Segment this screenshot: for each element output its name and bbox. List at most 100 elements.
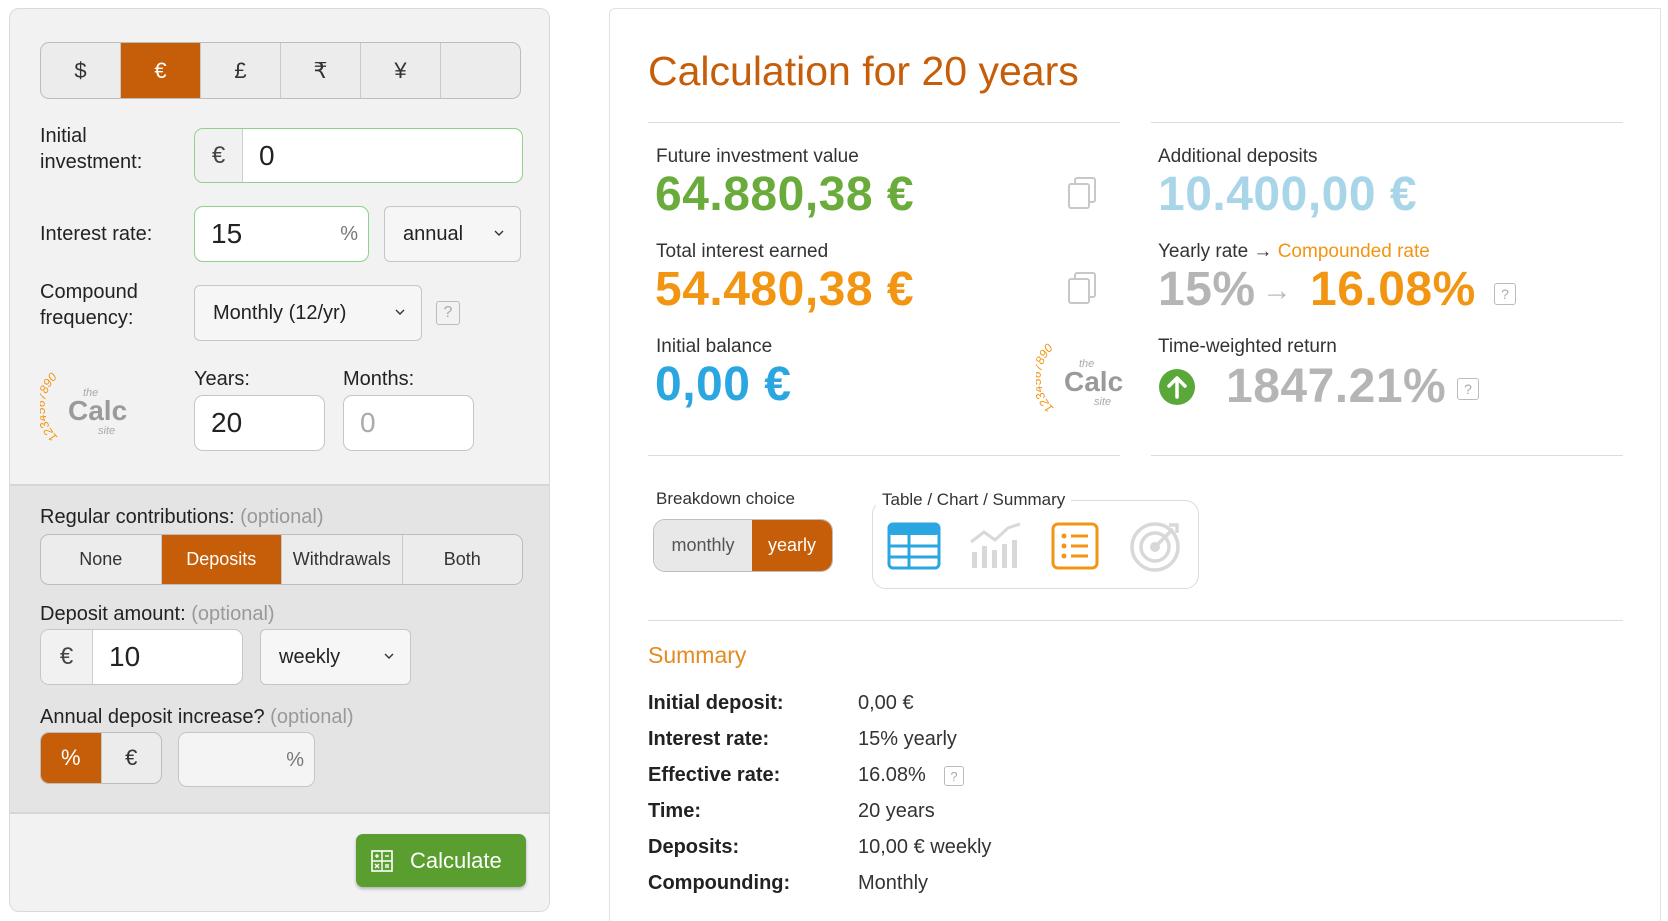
breakdown-label: Breakdown choice: [656, 489, 795, 508]
divider: [648, 122, 1120, 123]
breakdown-toggle: monthly yearly: [653, 519, 833, 572]
chevron-down-icon: [494, 230, 504, 236]
deposit-amount-input[interactable]: 10: [109, 630, 140, 684]
regular-contributions-text: Regular contributions:: [40, 506, 235, 528]
divider: [648, 620, 1623, 621]
copy-icon[interactable]: [1066, 271, 1098, 305]
annual-increase-label: Annual deposit increase? (optional): [40, 704, 354, 730]
future-value-amount: 64.880,38 €: [655, 168, 915, 221]
summary-row-label: Initial deposit:: [648, 692, 784, 714]
help-icon[interactable]: ?: [944, 766, 964, 786]
divider: [1151, 455, 1623, 456]
summary-row-value: 20 years: [858, 800, 935, 822]
interest-earned-label: Total interest earned: [656, 241, 829, 262]
rate-arrow: →: [1262, 274, 1292, 307]
help-icon[interactable]: ?: [1457, 378, 1479, 400]
contribution-deposits[interactable]: Deposits: [161, 535, 282, 584]
months-placeholder: 0: [360, 407, 376, 438]
compound-frequency-select[interactable]: Monthly (12/yr): [194, 285, 422, 341]
percent-suffix: %: [286, 749, 304, 771]
calculator-icon: [371, 849, 393, 872]
optional-hint: (optional): [270, 706, 354, 728]
logo-calc: Calc: [68, 395, 128, 426]
additional-deposits-label: Additional deposits: [1158, 146, 1318, 167]
summary-row-value: Monthly: [858, 872, 929, 894]
currency-pound[interactable]: £: [201, 43, 281, 98]
months-label: Months:: [343, 368, 415, 390]
annual-increase-input[interactable]: %: [178, 732, 315, 787]
logo-site: site: [1094, 396, 1112, 408]
chart-view-icon[interactable]: [968, 522, 1024, 570]
currency-dollar[interactable]: $: [41, 43, 121, 98]
contribution-both[interactable]: Both: [403, 535, 523, 584]
regular-contributions-label: Regular contributions: (optional): [40, 504, 324, 530]
months-input[interactable]: 0: [343, 395, 474, 451]
logo-site: site: [98, 425, 116, 437]
rate-label: Yearly rate → Compounded rate: [1158, 241, 1430, 263]
chevron-down-icon: [384, 653, 394, 659]
interest-rate-value: 15: [211, 218, 243, 249]
years-input[interactable]: 20: [194, 395, 325, 451]
interest-rate-label: Interest rate:: [40, 223, 153, 245]
summary-row-label: Deposits:: [648, 836, 740, 858]
target-view-icon[interactable]: [1129, 519, 1183, 573]
years-label: Years:: [194, 368, 250, 390]
interest-earned-amount: 54.480,38 €: [655, 263, 915, 316]
summary-view-icon[interactable]: [1051, 522, 1099, 570]
breakdown-monthly[interactable]: monthly: [654, 520, 752, 571]
contribution-none[interactable]: None: [41, 535, 162, 584]
help-icon[interactable]: ?: [1494, 283, 1516, 305]
summary-row-label: Interest rate:: [648, 728, 770, 750]
summary-row-label: Time:: [648, 800, 701, 822]
yearly-rate-value: 15%: [1158, 263, 1256, 316]
compounded-rate-value: 16.08%: [1310, 263, 1476, 316]
summary-title: Summary: [648, 642, 747, 668]
calculate-button[interactable]: Calculate: [356, 834, 526, 887]
currency-yen[interactable]: ¥: [361, 43, 441, 98]
initial-investment-input[interactable]: 0: [259, 129, 275, 182]
table-view-icon[interactable]: [887, 522, 941, 570]
contribution-withdrawals[interactable]: Withdrawals: [282, 535, 403, 584]
svg-text:1234567890: 1234567890: [40, 370, 60, 445]
currency-rupee[interactable]: ₹: [281, 43, 361, 98]
initial-investment-label: Initial investment:: [40, 125, 143, 173]
deposit-amount-group: € 10: [40, 629, 243, 685]
initial-investment-group: € 0: [194, 128, 523, 183]
summary-row-label: Compounding:: [648, 872, 791, 894]
currency-custom[interactable]: [441, 43, 520, 98]
additional-deposits-amount: 10.400,00 €: [1158, 168, 1418, 221]
summary-row-value: 15% yearly: [858, 728, 957, 750]
annual-increase-text: Annual deposit increase?: [40, 706, 265, 728]
help-icon[interactable]: ?: [436, 301, 460, 325]
breakdown-yearly[interactable]: yearly: [752, 520, 832, 571]
future-value-label: Future investment value: [656, 146, 859, 167]
rate-period-value: annual: [403, 222, 464, 245]
increase-type-selector: % €: [40, 732, 162, 784]
currency-selector: $ € £ ₹ ¥: [40, 42, 521, 99]
contribution-type-selector: None Deposits Withdrawals Both: [40, 534, 523, 585]
rate-period-select[interactable]: annual: [384, 206, 521, 262]
deposit-amount-label: Deposit amount: (optional): [40, 601, 275, 627]
currency-euro[interactable]: €: [121, 43, 201, 98]
copy-icon[interactable]: [1066, 176, 1098, 210]
calculate-button-label: Calculate: [410, 847, 502, 873]
calc-site-logo: 1234567890 the Calc site: [1030, 336, 1126, 418]
twr-label: Time-weighted return: [1158, 336, 1337, 357]
initial-currency-prefix: €: [195, 129, 243, 182]
compounded-rate-label: Compounded rate: [1277, 241, 1430, 262]
increase-percent[interactable]: %: [41, 733, 102, 783]
calculator-form-panel: $ € £ ₹ ¥ Initial investment: € 0 Intere…: [9, 8, 550, 912]
deposit-period-select[interactable]: weekly: [260, 629, 411, 685]
deposit-period-value: weekly: [279, 645, 341, 668]
compound-frequency-value: Monthly (12/yr): [213, 301, 347, 324]
summary-row-value: 16.08%: [858, 764, 926, 786]
increase-currency[interactable]: €: [102, 733, 162, 783]
calc-site-logo: 1234567890 the Calc site: [34, 365, 130, 447]
deposit-amount-text: Deposit amount:: [40, 603, 186, 625]
divider: [1151, 122, 1623, 123]
interest-rate-input[interactable]: 15 %: [194, 206, 369, 262]
summary-row-label: Effective rate:: [648, 764, 781, 786]
view-switcher-label: Table / Chart / Summary: [876, 490, 1072, 510]
initial-balance-label: Initial balance: [656, 336, 773, 357]
svg-text:1234567890: 1234567890: [1036, 341, 1056, 416]
